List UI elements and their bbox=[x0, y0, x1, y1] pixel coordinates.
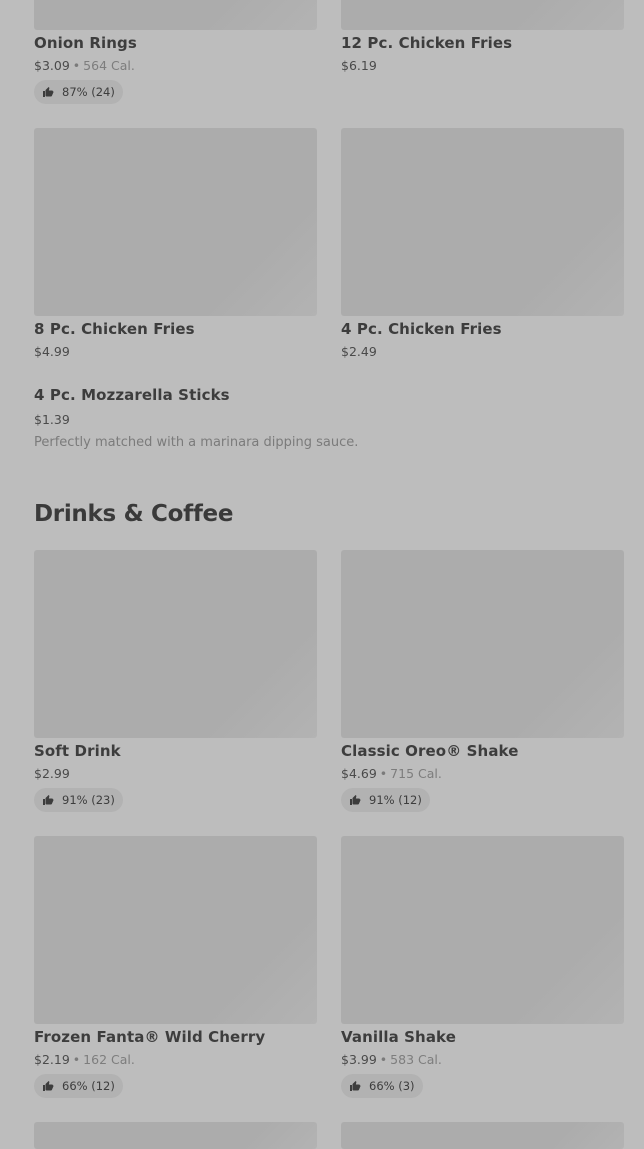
item-calories: 162 Cal. bbox=[83, 1052, 135, 1067]
item-image bbox=[34, 0, 317, 30]
item-meta: $4.99 bbox=[34, 344, 70, 359]
item-name: Onion Rings bbox=[34, 34, 137, 52]
menu-item-mozzarella-sticks[interactable]: 4 Pc. Mozzarella Sticks $1.39 Perfectly … bbox=[34, 384, 594, 460]
menu-item-vanilla-shake[interactable]: Vanilla Shake $3.99 • 583 Cal. 66% (3) bbox=[341, 836, 624, 1102]
menu-item-soft-drink[interactable]: Soft Drink $2.99 91% (23) bbox=[34, 550, 317, 816]
item-image bbox=[34, 836, 317, 1024]
item-meta: $1.39 bbox=[34, 412, 70, 427]
thumbs-up-icon bbox=[350, 795, 361, 805]
rating-text: 91% (12) bbox=[369, 793, 422, 807]
item-price: $4.69 bbox=[341, 766, 377, 781]
rating-badge: 91% (23) bbox=[34, 788, 123, 812]
item-name: Frozen Fanta® Wild Cherry bbox=[34, 1028, 266, 1046]
menu-item-12pc-chicken-fries[interactable]: 12 Pc. Chicken Fries $6.19 bbox=[341, 0, 624, 110]
item-price: $2.19 bbox=[34, 1052, 70, 1067]
item-price: $6.19 bbox=[341, 58, 377, 73]
item-meta: $4.69 • 715 Cal. bbox=[341, 766, 442, 781]
item-price: $2.49 bbox=[341, 344, 377, 359]
item-image bbox=[34, 128, 317, 316]
item-description: Perfectly matched with a marinara dippin… bbox=[34, 435, 359, 450]
item-name: 8 Pc. Chicken Fries bbox=[34, 320, 195, 338]
thumbs-up-icon bbox=[43, 795, 54, 805]
item-image-next-right[interactable] bbox=[341, 1122, 624, 1149]
item-name: Soft Drink bbox=[34, 742, 121, 760]
item-image bbox=[341, 128, 624, 316]
rating-text: 87% (24) bbox=[62, 85, 115, 99]
item-meta: $3.09 • 564 Cal. bbox=[34, 58, 135, 73]
item-meta: $2.49 bbox=[341, 344, 377, 359]
item-image-next-left[interactable] bbox=[34, 1122, 317, 1149]
item-image bbox=[341, 836, 624, 1024]
item-name: 12 Pc. Chicken Fries bbox=[341, 34, 513, 52]
item-meta: $6.19 bbox=[341, 58, 377, 73]
rating-text: 91% (23) bbox=[62, 793, 115, 807]
item-name: 4 Pc. Mozzarella Sticks bbox=[34, 386, 230, 404]
item-name: 4 Pc. Chicken Fries bbox=[341, 320, 502, 338]
item-calories: 583 Cal. bbox=[390, 1052, 442, 1067]
item-name: Vanilla Shake bbox=[341, 1028, 457, 1046]
item-meta: $3.99 • 583 Cal. bbox=[341, 1052, 442, 1067]
item-calories: 564 Cal. bbox=[83, 58, 135, 73]
separator: • bbox=[72, 58, 81, 73]
thumbs-up-icon bbox=[43, 87, 54, 97]
separator: • bbox=[379, 1052, 388, 1067]
item-price: $1.39 bbox=[34, 412, 70, 427]
item-image bbox=[34, 550, 317, 738]
menu-item-onion-rings[interactable]: Onion Rings $3.09 • 564 Cal. 87% (24) bbox=[34, 0, 317, 110]
menu-item-frozen-fanta-wild-cherry[interactable]: Frozen Fanta® Wild Cherry $2.19 • 162 Cal.… bbox=[34, 836, 317, 1102]
item-price: $3.99 bbox=[341, 1052, 377, 1067]
rating-text: 66% (3) bbox=[369, 1079, 415, 1093]
rating-badge: 91% (12) bbox=[341, 788, 430, 812]
menu-item-classic-oreo-shake[interactable]: Classic Oreo® Shake $4.69 • 715 Cal. 91% (… bbox=[341, 550, 624, 816]
rating-badge: 87% (24) bbox=[34, 80, 123, 104]
item-image bbox=[341, 0, 624, 30]
rating-text: 66% (12) bbox=[62, 1079, 115, 1093]
item-meta: $2.99 bbox=[34, 766, 70, 781]
item-name: Classic Oreo® Shake bbox=[341, 742, 519, 760]
item-calories: 715 Cal. bbox=[390, 766, 442, 781]
item-price: $2.99 bbox=[34, 766, 70, 781]
item-image bbox=[341, 550, 624, 738]
separator: • bbox=[379, 766, 388, 781]
menu-item-8pc-chicken-fries[interactable]: 8 Pc. Chicken Fries $4.99 bbox=[34, 128, 317, 368]
thumbs-up-icon bbox=[43, 1081, 54, 1091]
separator: • bbox=[72, 1052, 81, 1067]
menu-item-4pc-chicken-fries[interactable]: 4 Pc. Chicken Fries $2.49 bbox=[341, 128, 624, 368]
rating-badge: 66% (3) bbox=[341, 1074, 423, 1098]
section-title-drinks: Drinks & Coffee bbox=[34, 501, 234, 527]
item-price: $3.09 bbox=[34, 58, 70, 73]
thumbs-up-icon bbox=[350, 1081, 361, 1091]
item-meta: $2.19 • 162 Cal. bbox=[34, 1052, 135, 1067]
item-price: $4.99 bbox=[34, 344, 70, 359]
rating-badge: 66% (12) bbox=[34, 1074, 123, 1098]
